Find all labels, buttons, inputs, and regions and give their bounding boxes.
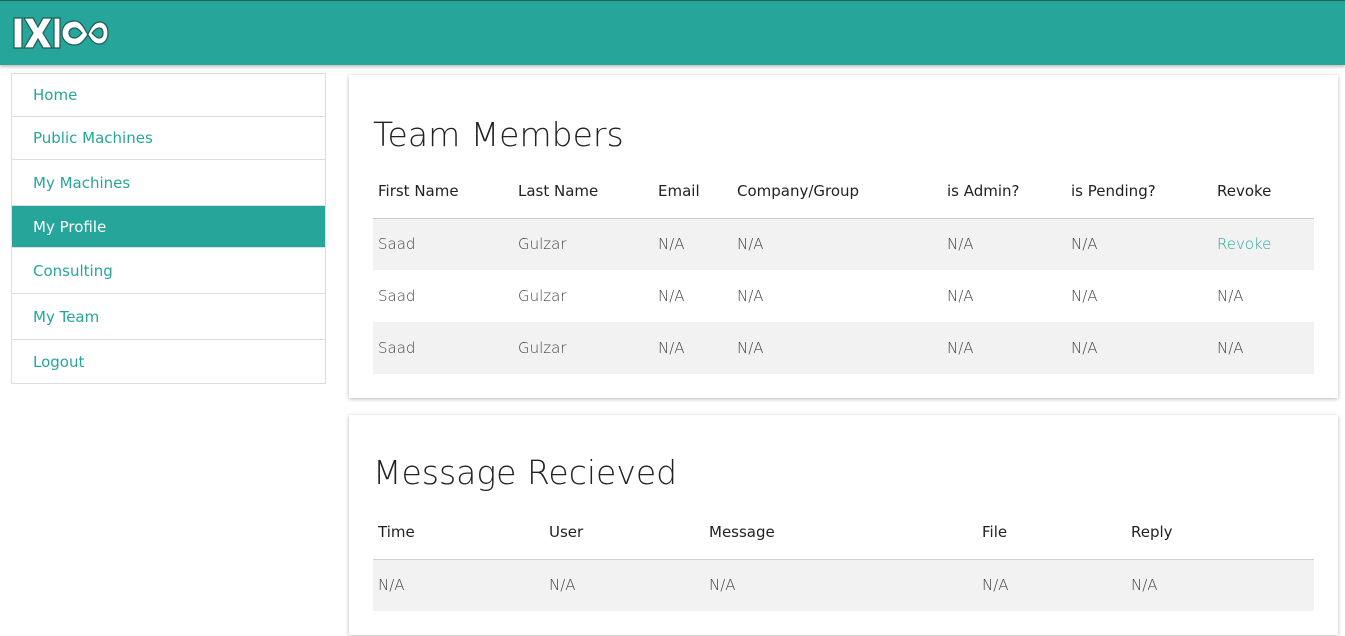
sidebar-nav: Home Public Machines My Machines My Prof… [11,73,326,384]
revoke-link[interactable]: Revoke [1217,235,1271,253]
col-reply: Reply [1126,506,1314,560]
col-is-pending: is Pending? [1066,165,1212,219]
col-first-name: First Name [373,165,513,219]
cell-email: N/A [658,287,685,305]
table-header-row: Time User Message File Reply [373,506,1314,560]
cell-company-group: N/A [732,322,942,374]
cell-revoke: N/A [1217,287,1244,305]
cell-is-admin: N/A [942,322,1066,374]
col-user: User [544,506,704,560]
cell-is-pending: N/A [1066,218,1212,270]
cell-is-admin: N/A [947,287,974,305]
cell-first-name: Saad [373,218,513,270]
col-email: Email [653,165,732,219]
cell-first-name: Saad [373,322,513,374]
cell-time: N/A [373,559,544,611]
cell-is-admin: N/A [942,218,1066,270]
messages-table: Time User Message File Reply N/A N/A N/A… [373,506,1314,611]
sidebar-item-public-machines[interactable]: Public Machines [12,117,325,160]
cell-last-name: Gulzar [513,322,653,374]
cell-last-name: Gulzar [513,218,653,270]
revoke-cell: Revoke [1212,218,1314,270]
sidebar-item-my-machines[interactable]: My Machines [12,160,325,206]
cell-company-group: N/A [737,287,764,305]
table-row: Saad Gulzar N/A N/A N/A N/A Revoke [373,218,1314,270]
col-message: Message [704,506,977,560]
cell-user: N/A [544,559,704,611]
cell-last-name: Gulzar [518,287,567,305]
team-members-card: Team Members First Name Last Name Email … [349,75,1338,398]
cell-email: N/A [653,218,732,270]
sidebar-item-my-team[interactable]: My Team [12,294,325,340]
top-navbar [0,0,1345,65]
cell-file: N/A [977,559,1126,611]
cell-email: N/A [653,322,732,374]
col-time: Time [373,506,544,560]
table-row: N/A N/A N/A N/A N/A [373,559,1314,611]
cell-is-pending: N/A [1066,322,1212,374]
messages-card: Message Recieved Time User Message File … [349,415,1338,635]
cell-is-pending: N/A [1071,287,1098,305]
team-members-table: First Name Last Name Email Company/Group… [373,165,1314,374]
cell-revoke: N/A [1212,322,1314,374]
table-header-row: First Name Last Name Email Company/Group… [373,165,1314,219]
messages-title: Message Recieved [373,453,678,492]
cell-first-name: Saad [378,287,416,305]
col-is-admin: is Admin? [942,165,1066,219]
col-company-group: Company/Group [732,165,942,219]
table-row: Saad Gulzar N/A N/A N/A N/A N/A [373,270,1314,322]
cell-company-group: N/A [732,218,942,270]
cell-message: N/A [704,559,977,611]
cell-reply: N/A [1126,559,1314,611]
sidebar-item-my-profile[interactable]: My Profile [12,206,325,248]
sidebar-item-home[interactable]: Home [12,74,325,117]
team-members-title: Team Members [373,115,624,154]
col-revoke: Revoke [1212,165,1314,219]
col-last-name: Last Name [513,165,653,219]
sidebar-item-consulting[interactable]: Consulting [12,248,325,294]
col-file: File [977,506,1126,560]
table-row: Saad Gulzar N/A N/A N/A N/A N/A [373,322,1314,374]
ixico-logo[interactable] [13,16,109,50]
sidebar-item-logout[interactable]: Logout [12,340,325,383]
